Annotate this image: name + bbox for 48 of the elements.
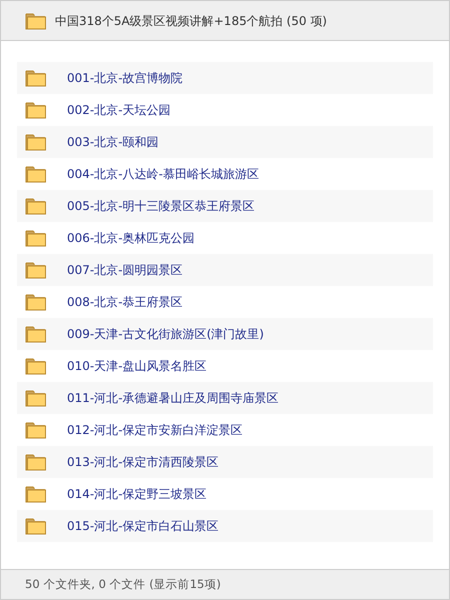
folder-name: 003-北京-颐和园 <box>67 134 159 151</box>
folder-name: 006-北京-奥林匹克公园 <box>67 230 195 247</box>
folder-row[interactable]: 010-天津-盘山风景名胜区 <box>17 350 433 382</box>
status-text: 50 个文件夹, 0 个文件 (显示前15项) <box>25 576 221 593</box>
folder-icon <box>25 421 47 439</box>
folder-title: 中国318个5A级景区视频讲解+185个航拍 (50 项) <box>55 12 327 30</box>
folder-row[interactable]: 004-北京-八达岭-慕田峪长城旅游区 <box>17 158 433 190</box>
folder-row[interactable]: 012-河北-保定市安新白洋淀景区 <box>17 414 433 446</box>
folder-row[interactable]: 006-北京-奥林匹克公园 <box>17 222 433 254</box>
folder-name: 001-北京-故宫博物院 <box>67 70 183 87</box>
folder-name: 004-北京-八达岭-慕田峪长城旅游区 <box>67 166 259 183</box>
folder-icon <box>25 453 47 471</box>
folder-row[interactable]: 008-北京-恭王府景区 <box>17 286 433 318</box>
folder-icon <box>25 517 47 535</box>
folder-row[interactable]: 005-北京-明十三陵景区恭王府景区 <box>17 190 433 222</box>
folder-row[interactable]: 009-天津-古文化街旅游区(津门故里) <box>17 318 433 350</box>
folder-name: 008-北京-恭王府景区 <box>67 294 183 311</box>
folder-row[interactable]: 001-北京-故宫博物院 <box>17 62 433 94</box>
folder-icon <box>25 12 47 30</box>
folder-name: 012-河北-保定市安新白洋淀景区 <box>67 422 243 439</box>
folder-name: 011-河北-承德避暑山庄及周围寺庙景区 <box>67 390 279 407</box>
folder-row[interactable]: 003-北京-颐和园 <box>17 126 433 158</box>
folder-icon <box>25 133 47 151</box>
folder-row[interactable]: 014-河北-保定野三坡景区 <box>17 478 433 510</box>
folder-row[interactable]: 011-河北-承德避暑山庄及周围寺庙景区 <box>17 382 433 414</box>
folder-name: 009-天津-古文化街旅游区(津门故里) <box>67 326 264 343</box>
folder-name: 007-北京-圆明园景区 <box>67 262 183 279</box>
folder-row[interactable]: 002-北京-天坛公园 <box>17 94 433 126</box>
folder-icon <box>25 357 47 375</box>
folder-icon <box>25 261 47 279</box>
folder-icon <box>25 101 47 119</box>
folder-name: 002-北京-天坛公园 <box>67 102 171 119</box>
folder-name: 005-北京-明十三陵景区恭王府景区 <box>67 198 255 215</box>
folder-icon <box>25 485 47 503</box>
folder-row[interactable]: 015-河北-保定市白石山景区 <box>17 510 433 542</box>
folder-icon <box>25 325 47 343</box>
folder-name: 015-河北-保定市白石山景区 <box>67 518 219 535</box>
folder-icon <box>25 69 47 87</box>
folder-name: 010-天津-盘山风景名胜区 <box>67 358 207 375</box>
folder-name: 014-河北-保定野三坡景区 <box>67 486 207 503</box>
folder-row[interactable]: 007-北京-圆明园景区 <box>17 254 433 286</box>
folder-icon <box>25 197 47 215</box>
folder-icon <box>25 389 47 407</box>
folder-name: 013-河北-保定市清西陵景区 <box>67 454 219 471</box>
folder-row[interactable]: 013-河北-保定市清西陵景区 <box>17 446 433 478</box>
folder-icon <box>25 229 47 247</box>
folder-icon <box>25 293 47 311</box>
folder-icon <box>25 165 47 183</box>
